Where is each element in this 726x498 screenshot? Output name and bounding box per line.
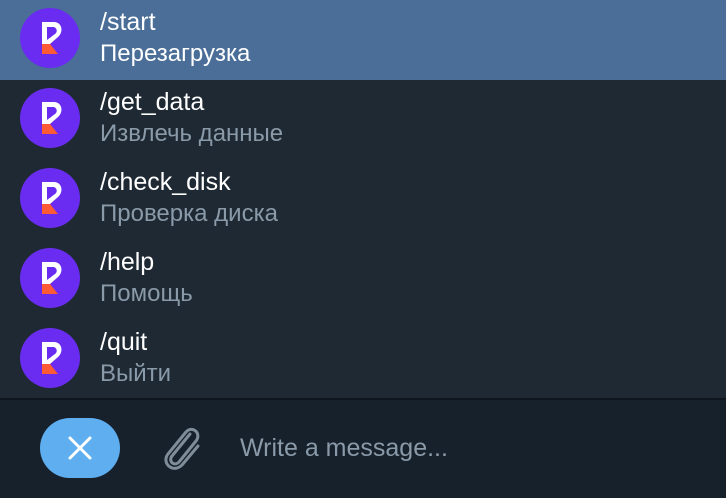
message-input[interactable] bbox=[240, 428, 700, 468]
command-item-help[interactable]: /help Помощь bbox=[0, 240, 726, 320]
bot-avatar bbox=[20, 88, 80, 148]
message-composer bbox=[0, 400, 726, 498]
command-name: /quit bbox=[100, 328, 148, 356]
bot-avatar bbox=[20, 168, 80, 228]
command-item-quit[interactable]: /quit Выйти bbox=[0, 320, 726, 400]
command-description: Перезагрузка bbox=[100, 40, 251, 67]
cancel-command-button[interactable] bbox=[40, 418, 120, 478]
command-description: Извлечь данные bbox=[100, 120, 284, 147]
bot-command-list: /start Перезагрузка /get_data Извлечь да… bbox=[0, 0, 726, 398]
bot-logo-icon bbox=[42, 262, 62, 294]
bot-avatar bbox=[20, 248, 80, 308]
bot-avatar bbox=[20, 8, 80, 68]
close-icon bbox=[68, 436, 92, 460]
command-name: /start bbox=[100, 8, 156, 36]
command-description: Помощь bbox=[100, 280, 193, 307]
bot-avatar bbox=[20, 328, 80, 388]
attach-file-button[interactable] bbox=[156, 420, 206, 476]
command-name: /check_disk bbox=[100, 168, 231, 196]
command-name: /help bbox=[100, 248, 155, 276]
bot-logo-icon bbox=[42, 342, 62, 374]
bot-logo-icon bbox=[42, 182, 62, 214]
chat-window: /start Перезагрузка /get_data Извлечь да… bbox=[0, 0, 726, 498]
command-description: Проверка диска bbox=[100, 200, 278, 227]
paperclip-icon bbox=[164, 427, 200, 470]
bot-logo-icon bbox=[42, 102, 62, 134]
command-name: /get_data bbox=[100, 88, 205, 116]
command-item-get-data[interactable]: /get_data Извлечь данные bbox=[0, 80, 726, 160]
command-description: Выйти bbox=[100, 360, 172, 387]
bot-logo-icon bbox=[42, 22, 62, 54]
command-item-check-disk[interactable]: /check_disk Проверка диска bbox=[0, 160, 726, 240]
command-item-start[interactable]: /start Перезагрузка bbox=[0, 0, 726, 80]
